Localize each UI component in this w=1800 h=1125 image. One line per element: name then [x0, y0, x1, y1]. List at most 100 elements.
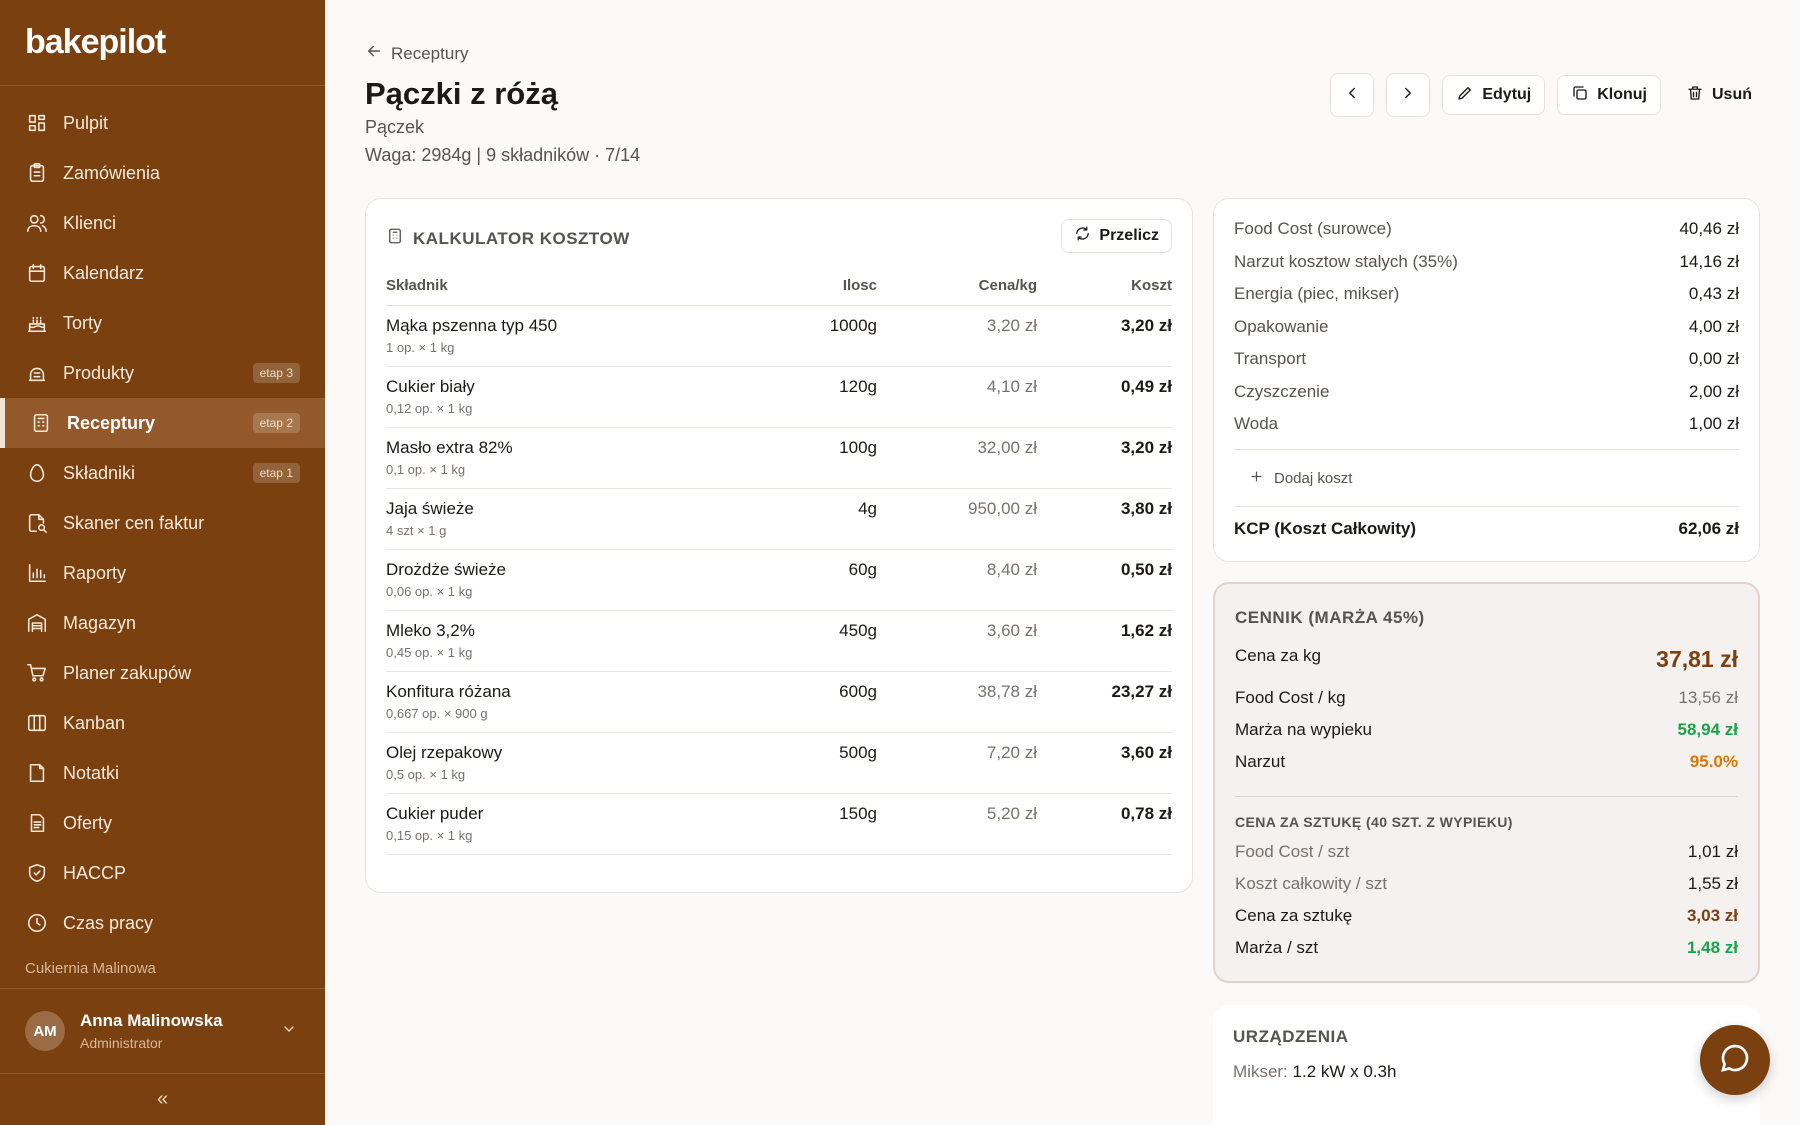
sidebar-item-kalendarz[interactable]: Kalendarz — [0, 248, 325, 298]
ingredient-price: 4,10 zł — [877, 366, 1037, 428]
ingredient-quantity: 600g — [747, 671, 877, 733]
price-per-kg-row: Cena za kg 37,81 zł — [1235, 646, 1738, 673]
avatar: AM — [25, 1011, 65, 1051]
food-cost-piece-row: Food Cost / szt 1,01 zł — [1235, 842, 1738, 862]
ingredient-quantity: 100g — [747, 427, 877, 489]
sidebar-item-label: Torty — [63, 312, 103, 333]
product-icon — [25, 361, 49, 385]
summary-row: Narzut kosztow stalych (35%) 14,16 zł — [1234, 246, 1739, 279]
clone-button[interactable]: Klonuj — [1557, 75, 1661, 115]
summary-label: Transport — [1234, 349, 1307, 369]
ingredient-quantity: 1000g — [747, 305, 877, 367]
sidebar-item-zamowienia[interactable]: Zamówienia — [0, 148, 325, 198]
sidebar-item-produkty[interactable]: Produkty etap 3 — [0, 348, 325, 398]
sidebar-item-label: Oferty — [63, 812, 113, 833]
next-button[interactable] — [1386, 73, 1431, 117]
summary-label: Narzut kosztow stalych (35%) — [1234, 251, 1458, 271]
refresh-icon — [1074, 225, 1091, 247]
summary-value: 40,46 zł — [1679, 219, 1739, 239]
sidebar-item-label: Kalendarz — [63, 262, 145, 283]
sidebar-item-label: Raporty — [63, 562, 127, 583]
chat-bubble-icon — [1719, 1042, 1751, 1079]
edit-button[interactable]: Edytuj — [1442, 75, 1546, 115]
total-cost-value: 62,06 zł — [1678, 519, 1740, 538]
sidebar-item-magazyn[interactable]: Magazyn — [0, 598, 325, 648]
ingredient-quantity: 450g — [747, 610, 877, 672]
table-row: Olej rzepakowy 0,5 op. × 1 kg 500g 7,20 z… — [386, 732, 1172, 794]
ingredient-cost: 0,49 zł — [1037, 366, 1172, 428]
summary-value: 2,00 zł — [1688, 381, 1739, 401]
sidebar-item-oferty[interactable]: Oferty — [0, 798, 325, 848]
sidebar-item-torty[interactable]: Torty — [0, 298, 325, 348]
sidebar-item-skaner[interactable]: Skaner cen faktur — [0, 498, 325, 548]
ingredient-price: 3,60 zł — [877, 610, 1037, 672]
sidebar-item-notatki[interactable]: Notatki — [0, 748, 325, 798]
delete-button[interactable]: Usuń — [1673, 75, 1765, 115]
recipe-meta: Waga: 2984g | 9 składników · 7/14 — [365, 145, 641, 165]
total-cost-label: KCP (Koszt Całkowity) — [1234, 519, 1416, 538]
ingredient-name: Konfitura różana — [386, 681, 511, 701]
device-value: 1.2 kW x 0.3h — [1292, 1062, 1397, 1081]
sidebar-item-pulpit[interactable]: Pulpit — [0, 98, 325, 148]
sidebar-item-czas-pracy[interactable]: Czas pracy — [0, 898, 325, 948]
total-cost-row: KCP (Koszt Całkowity) 62,06 zł — [1234, 519, 1739, 539]
back-link[interactable]: Receptury — [365, 42, 468, 65]
ingredient-package: 0,667 op. × 900 g — [386, 705, 488, 721]
app-logo[interactable]: bakepilot — [0, 0, 325, 86]
markup-row: Narzut 95.0% — [1235, 752, 1738, 772]
ingredient-name: Drożdże świeże — [386, 559, 506, 579]
summary-value: 1,00 zł — [1688, 414, 1739, 434]
chevron-down-icon[interactable] — [281, 1021, 297, 1042]
sidebar-item-label: Notatki — [63, 762, 120, 783]
batch-margin-value: 58,94 zł — [1677, 720, 1739, 739]
ingredient-name: Cukier puder — [386, 803, 484, 823]
clock-icon — [25, 911, 49, 935]
table-row: Cukier puder 0,15 op. × 1 kg 150g 5,20 zł… — [386, 793, 1172, 855]
add-cost-button[interactable]: Dodaj koszt — [1249, 469, 1352, 488]
ingredient-name: Jaja świeże — [386, 498, 474, 518]
previous-button[interactable] — [1330, 73, 1375, 117]
ingredient-name: Mąka pszenna typ 450 — [386, 315, 558, 335]
grid-icon — [25, 111, 49, 135]
ingredient-price: 7,20 zł — [877, 732, 1037, 794]
recalculate-button-label: Przelicz — [1099, 227, 1159, 244]
ingredient-name: Masło extra 82% — [386, 437, 513, 457]
ingredient-cost: 0,78 zł — [1037, 793, 1172, 855]
food-cost-kg-label: Food Cost / kg — [1235, 688, 1346, 707]
page-title: Pączki z różą — [365, 76, 558, 111]
sidebar-item-klienci[interactable]: Klienci — [0, 198, 325, 248]
table-row: Konfitura różana 0,667 op. × 900 g 600g 3… — [386, 671, 1172, 733]
sidebar-item-kanban[interactable]: Kanban — [0, 698, 325, 748]
ingredient-cost: 3,80 zł — [1037, 488, 1172, 550]
markup-value: 95.0% — [1689, 752, 1738, 771]
sidebar-nav: Pulpit Zamówienia Klienci Kalendarz Tort… — [0, 86, 325, 948]
header-actions: Edytuj Klonuj Usuń — [1330, 73, 1765, 117]
ingredient-package: 0,15 op. × 1 kg — [386, 827, 473, 843]
egg-icon — [25, 461, 49, 485]
summary-value: 0,00 zł — [1688, 349, 1739, 369]
sidebar-item-raporty[interactable]: Raporty — [0, 548, 325, 598]
sidebar-item-planer[interactable]: Planer zakupów — [0, 648, 325, 698]
user-menu[interactable]: AM Anna Malinowska Administrator — [0, 988, 325, 1074]
devices-card: URZĄDZENIA Mikser: 1.2 kW x 0.3h — [1213, 1005, 1760, 1125]
sidebar-item-label: Produkty — [63, 362, 135, 383]
cost-summary-rows: Food Cost (surowce) 40,46 zł Narzut koszt… — [1234, 213, 1739, 441]
food-cost-piece-value: 1,01 zł — [1687, 842, 1738, 861]
divider — [1235, 796, 1738, 797]
ingredient-name: Mleko 3,2% — [386, 620, 475, 640]
ingredient-price: 8,40 zł — [877, 549, 1037, 611]
calculator-icon — [386, 227, 404, 250]
sidebar-item-receptury[interactable]: Receptury etap 2 — [0, 398, 325, 448]
chat-button[interactable] — [1700, 1025, 1770, 1095]
add-cost-label: Dodaj koszt — [1274, 470, 1353, 487]
warehouse-icon — [25, 611, 49, 635]
sidebar-item-haccp[interactable]: HACCP — [0, 848, 325, 898]
edit-button-label: Edytuj — [1482, 86, 1532, 103]
recalculate-button[interactable]: Przelicz — [1061, 219, 1172, 253]
column-header-ingredient: Składnik — [386, 277, 747, 306]
collapse-sidebar-button[interactable]: « — [0, 1088, 325, 1111]
clipboard-icon — [25, 161, 49, 185]
sidebar-item-skladniki[interactable]: Składniki etap 1 — [0, 448, 325, 498]
ingredient-package: 0,5 op. × 1 kg — [386, 766, 466, 782]
ingredient-cost: 3,20 zł — [1037, 305, 1172, 367]
